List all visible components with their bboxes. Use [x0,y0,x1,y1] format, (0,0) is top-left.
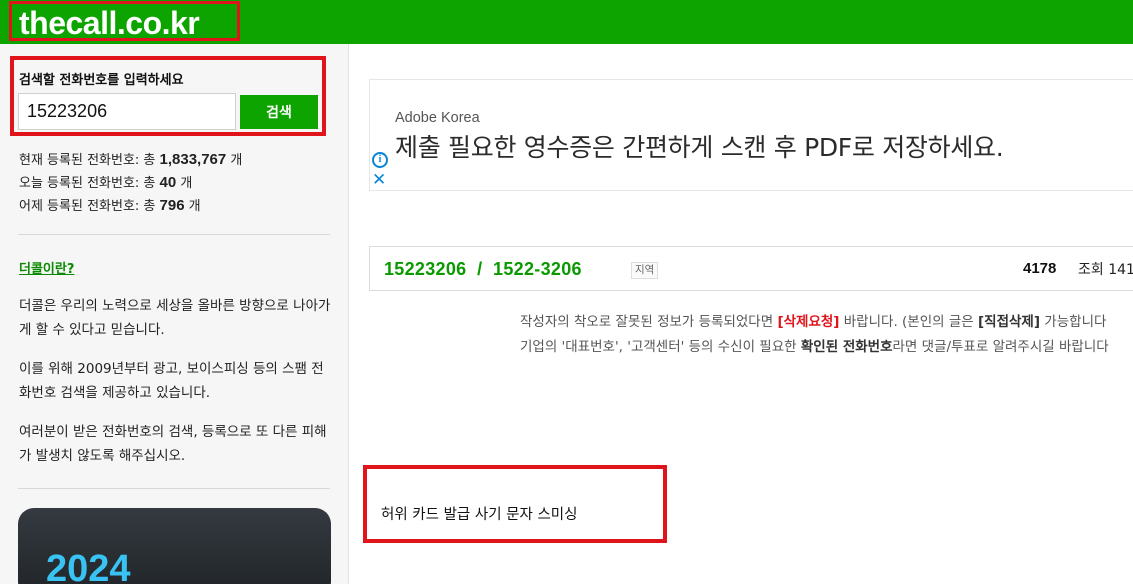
region-tag: 지역 [631,262,659,279]
stat-today: 오늘 등록된 전화번호: 총 40 개 [19,174,193,191]
stat-total: 현재 등록된 전화번호: 총 1,833,767 개 [19,151,243,168]
notice-line: 기업의 '대표번호', '고객센터' 등의 수신이 필요한 확인된 전화번호라면… [520,339,1109,355]
about-paragraph: 더콜은 우리의 노력으로 세상을 올바른 방향으로 나아가게 할 수 있다고 믿… [19,298,331,338]
promo-banner[interactable]: 2024 [18,508,331,584]
ad-title[interactable]: 제출 필요한 영수증은 간편하게 스캔 후 PDF로 저장하세요. [395,128,1004,164]
ad-banner[interactable]: Adobe Korea 제출 필요한 영수증은 간편하게 스캔 후 PDF로 저… [369,79,1133,191]
ad-close-icon[interactable]: ✕ [372,171,386,189]
site-logo[interactable]: thecall.co.kr [19,3,200,43]
phone-search-input[interactable] [18,93,236,130]
direct-delete-link[interactable]: [직접삭제] [978,314,1040,330]
views-count: 4178 [1023,260,1057,277]
about-link[interactable]: 더콜이란? [19,258,74,277]
search-label: 검색할 전화번호를 입력하세요 [19,73,184,88]
ad-info-icon[interactable]: i [372,152,388,168]
sidebar-divider [18,488,330,489]
number-card: 15223206 / 1522-3206 지역 4178 조회 141 [369,246,1133,291]
phone-number-heading: 15223206 / 1522-3206 [384,259,582,279]
views-label: 조회 141 [1078,262,1133,278]
comment-text: 허위 카드 발급 사기 문자 스미싱 [381,507,578,523]
stat-yesterday: 어제 등록된 전화번호: 총 796 개 [19,197,201,214]
about-paragraph: 이를 위해 2009년부터 광고, 보이스피싱 등의 스팸 전화번호 검색을 제… [19,361,324,401]
ad-brand: Adobe Korea [395,110,480,126]
banner-year: 2024 [46,548,131,584]
search-button[interactable]: 검색 [240,95,318,129]
notice-line: 작성자의 착오로 잘못된 정보가 등록되었다면 [삭제요청] 바랍니다. (본인… [520,314,1107,330]
logo-highlight-box: thecall.co.kr [9,1,240,41]
sidebar-divider [18,234,330,235]
about-paragraph: 여러분이 받은 전화번호의 검색, 등록으로 또 다른 피해가 발생치 않도록 … [19,424,327,464]
delete-request-link[interactable]: [삭제요청] [777,314,839,330]
